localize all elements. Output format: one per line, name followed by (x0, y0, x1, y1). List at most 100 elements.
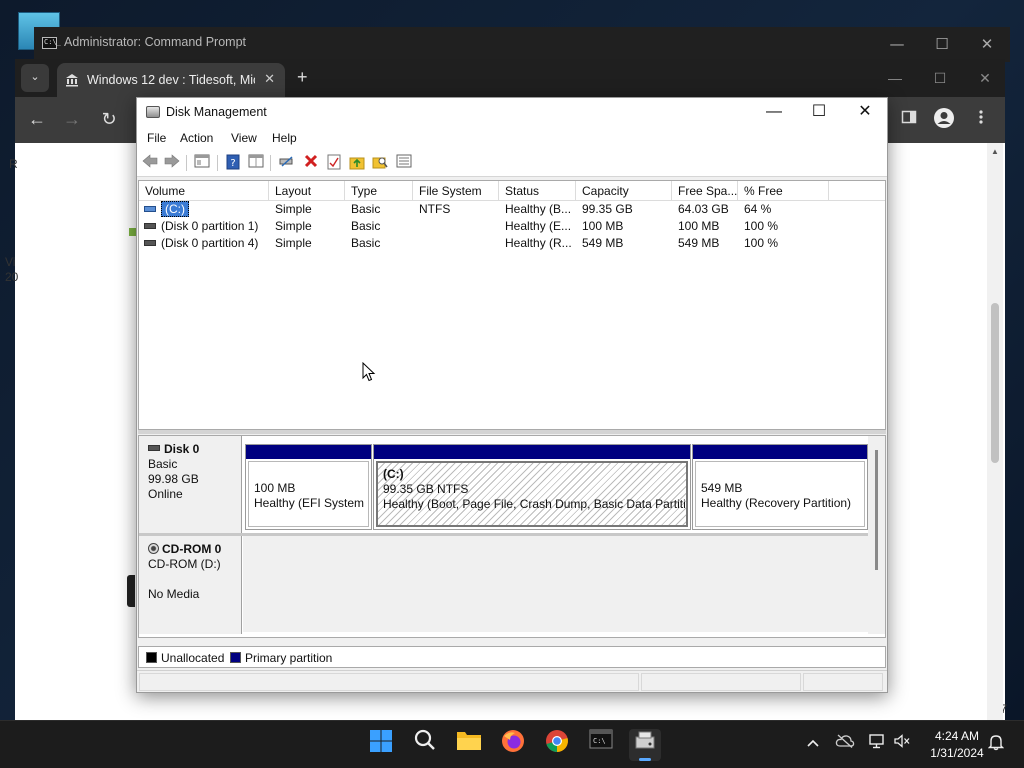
forward-button[interactable]: → (60, 107, 84, 131)
file-explorer-icon[interactable] (453, 729, 485, 761)
back-button[interactable]: ← (25, 107, 49, 131)
volume-status: Healthy (E... (505, 219, 572, 233)
disk-type: Basic (148, 457, 178, 471)
back-arrow-icon[interactable] (141, 154, 159, 172)
search-icon[interactable] (409, 729, 441, 761)
disk-0-label[interactable]: Disk 0 Basic 99.98 GB Online (139, 436, 242, 533)
help-icon[interactable]: ? (224, 154, 242, 172)
volume-type: Basic (351, 219, 381, 233)
volume-type: Basic (351, 202, 381, 216)
column-free-space[interactable]: Free Spa... (672, 181, 738, 201)
disk-management-titlebar[interactable]: Disk Management — ☐ ✕ (137, 98, 887, 127)
page-side-tab (127, 575, 135, 607)
volume-row-partition-4[interactable]: (Disk 0 partition 4) Simple Basic Health… (139, 235, 885, 252)
volume-row-c[interactable]: (C:) Simple Basic NTFS Healthy (B... 99.… (139, 201, 885, 218)
column-percent-free[interactable]: % Free (738, 181, 829, 201)
tab-search-dropdown-icon[interactable]: ⌄ (21, 64, 49, 92)
browser-tab-title: Windows 12 dev : Tidesoft, Micr (87, 73, 255, 87)
profile-avatar-icon[interactable] (932, 107, 956, 131)
volume-type: Basic (351, 236, 381, 250)
show-hide-console-tree-icon[interactable] (193, 154, 211, 172)
dm-close-button[interactable]: ✕ (842, 98, 888, 127)
volume-capacity: 99.35 GB (582, 202, 633, 216)
column-capacity[interactable]: Capacity (576, 181, 672, 201)
forward-arrow-icon[interactable] (163, 154, 181, 172)
volume-list[interactable]: Volume Layout Type File System Status Ca… (138, 180, 886, 430)
menu-action[interactable]: Action (180, 131, 213, 145)
browser-maximize-button[interactable]: ☐ (920, 65, 960, 91)
dm-maximize-button[interactable]: ☐ (796, 98, 842, 127)
reload-button[interactable]: ↻ (97, 107, 121, 131)
volume-name: (Disk 0 partition 1) (161, 219, 259, 233)
status-bar (137, 670, 887, 692)
folder-search-icon[interactable] (371, 154, 389, 172)
disk-view-scrollbar[interactable] (868, 436, 885, 634)
disk-management-app-icon (146, 106, 160, 118)
folder-up-icon[interactable] (348, 154, 366, 172)
properties-grid-icon[interactable] (247, 154, 265, 172)
cloud-offline-icon[interactable] (834, 733, 856, 755)
cmd-maximize-button[interactable]: ☐ (919, 31, 965, 57)
page-edge-text: 20 (5, 270, 19, 284)
volume-layout: Simple (275, 202, 312, 216)
menu-file[interactable]: File (147, 131, 166, 145)
volume-free: 549 MB (678, 236, 720, 250)
disk-type: CD-ROM (D:) (148, 557, 221, 571)
partition-size: 549 MB (701, 481, 743, 495)
connect-drive-icon[interactable] (277, 154, 295, 172)
partition-status: Healthy (EFI System P (254, 496, 369, 510)
speaker-muted-icon[interactable] (891, 733, 913, 755)
pane-splitter[interactable] (138, 430, 886, 434)
disk-management-title: Disk Management (166, 105, 267, 119)
volume-row-partition-1[interactable]: (Disk 0 partition 1) Simple Basic Health… (139, 218, 885, 235)
volume-capacity: 100 MB (582, 219, 624, 233)
page-scrollbar[interactable]: ▲ (987, 143, 1003, 720)
disk-graphical-view: Disk 0 Basic 99.98 GB Online 100 MB Heal… (138, 435, 886, 638)
partition-status: Healthy (Recovery Partition) (701, 496, 852, 510)
partition-recovery[interactable]: 549 MB Healthy (Recovery Partition) (692, 444, 868, 530)
partition-efi[interactable]: 100 MB Healthy (EFI System P (245, 444, 372, 530)
volume-capacity: 549 MB (582, 236, 624, 250)
chevron-up-icon[interactable] (802, 733, 824, 755)
firefox-icon[interactable] (497, 729, 529, 761)
volume-status: Healthy (R... (505, 236, 572, 250)
browser-tab[interactable]: Windows 12 dev : Tidesoft, Micr ✕ (57, 63, 285, 97)
sidebar-icon[interactable] (897, 107, 921, 131)
notification-bell-icon[interactable] (985, 733, 1007, 755)
disk-management-icon[interactable] (629, 729, 661, 761)
command-prompt-window[interactable]: C:\_ Administrator: Command Prompt — ☐ ✕ (34, 27, 1010, 62)
dm-minimize-button[interactable]: — (751, 98, 797, 127)
partition-c[interactable]: (C:) 99.35 GB NTFS Healthy (Boot, Page F… (373, 444, 691, 530)
column-file-system[interactable]: File System (413, 181, 499, 201)
disk-size: 99.98 GB (148, 472, 199, 486)
delete-icon[interactable] (302, 154, 320, 172)
menu-help[interactable]: Help (272, 131, 297, 145)
disk-state: Online (148, 487, 183, 501)
browser-menu-icon[interactable] (969, 107, 993, 131)
terminal-icon[interactable]: C:\ (585, 729, 617, 761)
column-status[interactable]: Status (499, 181, 576, 201)
menu-view[interactable]: View (231, 131, 257, 145)
volume-name: (Disk 0 partition 4) (161, 236, 259, 250)
tab-close-icon[interactable]: ✕ (264, 71, 275, 87)
browser-close-button[interactable]: ✕ (965, 65, 1005, 91)
new-tab-button[interactable]: + (297, 67, 308, 88)
page-edge-text: Vi (5, 255, 16, 269)
cmd-minimize-button[interactable]: — (874, 31, 920, 57)
legend: Unallocated Primary partition (138, 646, 886, 668)
cmd-close-button[interactable]: ✕ (964, 31, 1010, 57)
cd-rom-icon (148, 543, 159, 554)
column-type[interactable]: Type (345, 181, 413, 201)
column-layout[interactable]: Layout (269, 181, 345, 201)
cdrom-empty-area (243, 536, 869, 632)
volume-layout: Simple (275, 236, 312, 250)
list-view-icon[interactable] (395, 154, 413, 172)
cdrom-0-label[interactable]: CD-ROM 0 CD-ROM (D:) No Media (139, 536, 242, 634)
checklist-icon[interactable] (325, 154, 343, 172)
chrome-icon[interactable] (541, 729, 573, 761)
network-icon[interactable] (866, 733, 888, 755)
column-volume[interactable]: Volume (139, 181, 269, 201)
browser-minimize-button[interactable]: — (875, 65, 915, 91)
partition-size: 99.35 GB NTFS (383, 482, 469, 496)
start-icon[interactable] (365, 729, 397, 761)
